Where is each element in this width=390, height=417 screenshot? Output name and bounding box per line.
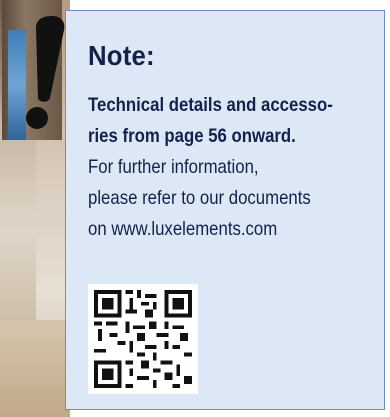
qr-code-icon (94, 290, 192, 388)
photo-floor (0, 320, 70, 417)
top-margin (70, 0, 390, 10)
note-title: Note: (88, 40, 155, 71)
note-bold-line-2: ries from page 56 onward. (88, 125, 296, 147)
exclamation-mark-icon (26, 16, 65, 129)
note-body: Technical details and accesso- ries from… (88, 90, 346, 245)
note-line-3: on www.luxelements.com (88, 218, 278, 240)
note-line-1: For further information, (88, 156, 259, 178)
qr-code[interactable] (88, 284, 198, 394)
note-line-2: please refer to our documents (88, 187, 311, 209)
note-bold-line-1: Technical details and accesso- (88, 94, 333, 116)
